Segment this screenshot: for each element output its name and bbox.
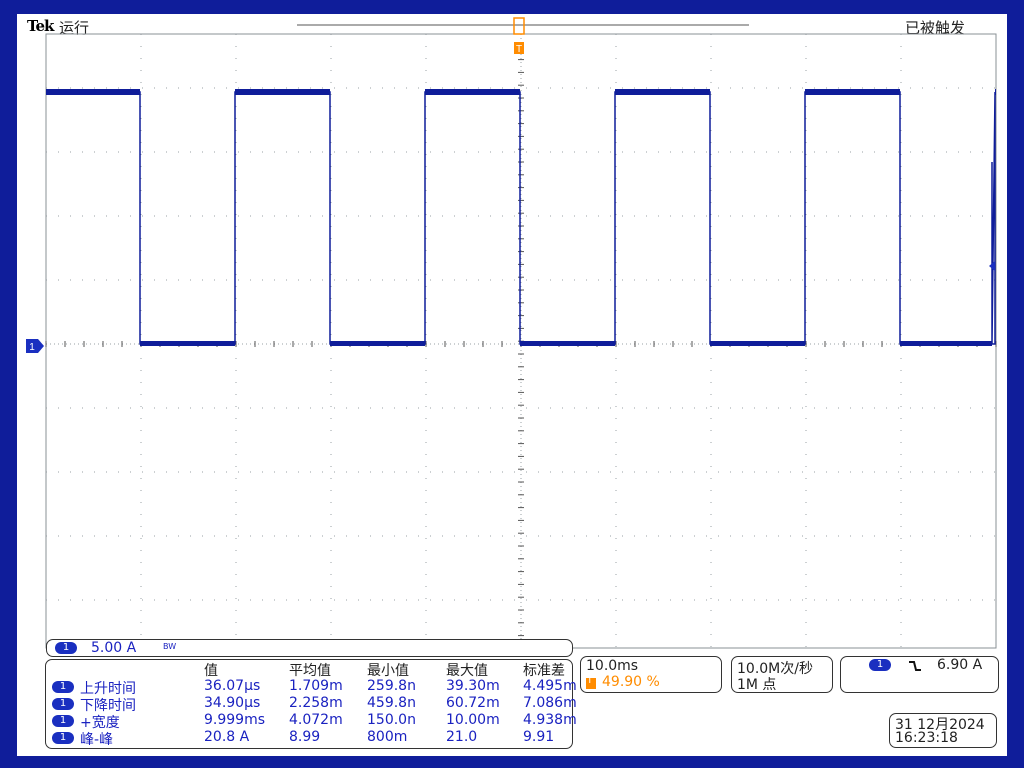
trigger-level: 6.90 A	[937, 657, 983, 673]
low-level-band	[140, 341, 235, 346]
channel-readout-bar[interactable]: 1 5.00 A BW	[46, 639, 573, 657]
high-level-band	[235, 89, 330, 95]
channel-marker-label: 1	[29, 342, 35, 353]
measurement-header: 标准差	[523, 663, 565, 679]
low-level-band	[520, 341, 615, 346]
high-level-band	[995, 89, 996, 95]
measurement-value: 21.0	[446, 729, 478, 745]
measurement-value: 9.999ms	[204, 712, 266, 728]
measurement-value: 4.938m	[523, 712, 577, 728]
measurement-value: 4.495m	[523, 678, 577, 694]
waveform-trace	[46, 89, 996, 346]
trigger-marker-label: T	[516, 44, 522, 55]
acquisition-readout[interactable]: 10.0M次/秒 1M 点	[731, 656, 833, 693]
measurement-value: 20.8 A	[204, 729, 250, 745]
bandwidth-limit-icon: BW	[163, 642, 177, 651]
measurement-value: 459.8n	[367, 695, 416, 711]
horizontal-readout[interactable]: 10.0ms T 49.90 %	[580, 656, 722, 693]
measurement-value: 8.99	[289, 729, 321, 745]
channel1-ground-marker: 1	[26, 339, 44, 353]
trigger-position-marker: T	[513, 17, 525, 55]
square-wave-trace	[46, 91, 996, 345]
measurement-header: 最小值	[367, 663, 409, 679]
measurement-value: 2.258m	[289, 695, 343, 711]
high-level-band	[46, 89, 140, 95]
channel1-scale: 5.00 A	[91, 640, 137, 656]
measurements-panel: 值平均值 最小值 最大值 标准差 1 上升时间 36.07µs 1.709m 259.8n 39…	[45, 659, 577, 749]
measurement-value: 150.0n	[367, 712, 416, 728]
measurement-channel-badge: 1	[52, 698, 74, 710]
timebase-value: 10.0ms	[586, 658, 639, 674]
measurement-value: 7.086m	[523, 695, 577, 711]
low-level-band	[900, 341, 992, 346]
measurement-value: 259.8n	[367, 678, 416, 694]
trigger-source-badge: 1	[869, 659, 891, 671]
measurement-header: 最大值	[446, 663, 488, 679]
high-level-band	[615, 89, 710, 95]
low-level-band	[710, 341, 805, 346]
record-length: 1M 点	[737, 677, 777, 693]
high-level-band	[805, 89, 900, 95]
measurement-channel-badge: 1	[52, 732, 74, 744]
measurement-value: 34.90µs	[204, 695, 261, 711]
measurement-header: 值	[204, 663, 218, 679]
measurement-channel-badge: 1	[52, 715, 74, 727]
measurement-value: 36.07µs	[204, 678, 261, 694]
measurement-value: 9.91	[523, 729, 555, 745]
low-level-band	[330, 341, 425, 346]
channel1-badge: 1	[55, 642, 77, 654]
measurement-channel-badge: 1	[52, 681, 74, 693]
datetime-readout: 31 12月2024 16:23:18	[889, 713, 997, 748]
high-level-band	[425, 89, 520, 95]
oscilloscope-frame: Tek 运行 已被触发 T 1 1 5.00 A BW 值 平均值 最小值 最大…	[0, 0, 1024, 768]
measurement-label: 峰-峰	[80, 732, 114, 748]
measurement-value: 10.00m	[446, 712, 500, 728]
measurement-value: 1.709m	[289, 678, 343, 694]
trigger-readout[interactable]: 1 6.90 A	[840, 656, 999, 693]
measurement-value: 4.072m	[289, 712, 343, 728]
trigger-position-value: 49.90 %	[602, 674, 660, 690]
oscilloscope-screen: Tek 运行 已被触发 T 1 1 5.00 A BW 值 平均值 最小值 最大…	[17, 14, 1007, 756]
measurement-value: 800m	[367, 729, 408, 745]
measurement-header: 平均值	[289, 663, 331, 679]
falling-edge-icon	[909, 661, 921, 671]
time-value: 16:23:18	[895, 730, 958, 746]
trigger-pos-icon: T	[586, 676, 596, 689]
measurement-value: 39.30m	[446, 678, 500, 694]
measurement-value: 60.72m	[446, 695, 500, 711]
